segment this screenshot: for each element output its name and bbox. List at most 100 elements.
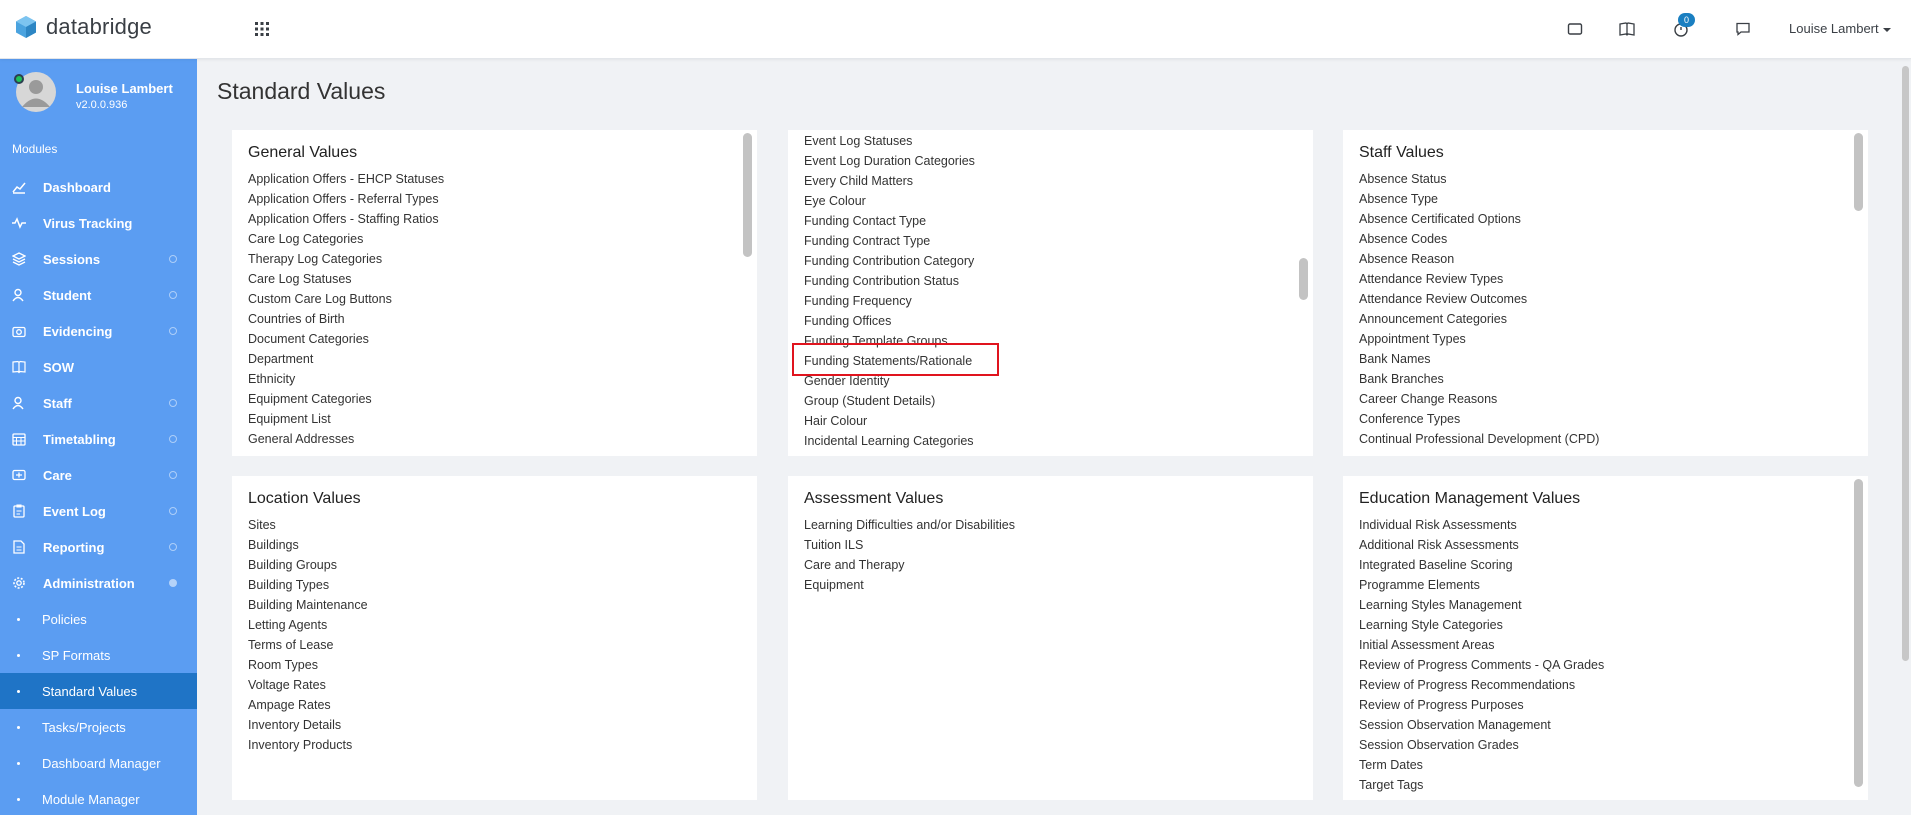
standard-value-link[interactable]: Learning Styles Management bbox=[1359, 595, 1604, 615]
sidebar-item-administration[interactable]: Administration bbox=[0, 565, 197, 601]
standard-value-link[interactable]: Bank Branches bbox=[1359, 369, 1599, 389]
standard-value-link[interactable]: Tuition ILS bbox=[804, 535, 1015, 555]
sidebar-item-sow[interactable]: SOW bbox=[0, 349, 197, 385]
standard-value-link[interactable]: Department bbox=[248, 349, 444, 369]
standard-value-link[interactable]: Term Dates bbox=[1359, 755, 1604, 775]
standard-value-link[interactable]: Appointment Types bbox=[1359, 329, 1599, 349]
standard-value-link[interactable]: Event Log Duration Categories bbox=[804, 151, 975, 171]
standard-value-link[interactable]: Group (Student Details) bbox=[804, 391, 975, 411]
standard-value-link[interactable]: Session Observation Management bbox=[1359, 715, 1604, 735]
sidebar-subitem-sp-formats[interactable]: SP Formats bbox=[0, 637, 197, 673]
standard-value-link[interactable]: Session Observation Grades bbox=[1359, 735, 1604, 755]
sidebar-subitem-policies[interactable]: Policies bbox=[0, 601, 197, 637]
standard-value-link[interactable]: Application Offers - Referral Types bbox=[248, 189, 444, 209]
standard-value-link[interactable]: Review of Progress Recommendations bbox=[1359, 675, 1604, 695]
standard-value-link[interactable]: Absence Type bbox=[1359, 189, 1599, 209]
standard-value-link[interactable]: Event Log Statuses bbox=[804, 131, 975, 151]
standard-value-link[interactable]: Absence Status bbox=[1359, 169, 1599, 189]
standard-value-link[interactable]: Eye Colour bbox=[804, 191, 975, 211]
standard-value-link[interactable]: Integrated Baseline Scoring bbox=[1359, 555, 1604, 575]
scrollbar[interactable] bbox=[1854, 479, 1863, 787]
standard-value-link[interactable]: Funding Contract Type bbox=[804, 231, 975, 251]
standard-value-link[interactable]: Attendance Review Types bbox=[1359, 269, 1599, 289]
standard-value-link[interactable]: Terms of Lease bbox=[248, 635, 368, 655]
standard-value-link[interactable]: Ethnicity bbox=[248, 369, 444, 389]
standard-value-link[interactable]: General Addresses bbox=[248, 429, 444, 449]
standard-value-link[interactable]: Voltage Rates bbox=[248, 675, 368, 695]
sidebar-item-care[interactable]: Care bbox=[0, 457, 197, 493]
book-icon[interactable] bbox=[1618, 20, 1636, 38]
standard-value-link[interactable]: Target Tags bbox=[1359, 775, 1604, 795]
sidebar-item-evidencing[interactable]: Evidencing bbox=[0, 313, 197, 349]
brand[interactable]: databridge bbox=[14, 14, 152, 40]
standard-value-link[interactable]: Care and Therapy bbox=[804, 555, 1015, 575]
standard-value-link[interactable]: Gender Identity bbox=[804, 371, 975, 391]
standard-value-link[interactable]: Therapy Log Categories bbox=[248, 249, 444, 269]
standard-value-link[interactable]: Absence Certificated Options bbox=[1359, 209, 1599, 229]
standard-value-link[interactable]: Care Log Categories bbox=[248, 229, 444, 249]
standard-value-link[interactable]: Absence Reason bbox=[1359, 249, 1599, 269]
standard-value-link[interactable]: Absence Codes bbox=[1359, 229, 1599, 249]
standard-value-link[interactable]: Sites bbox=[248, 515, 368, 535]
standard-value-link[interactable]: Funding Template Groups bbox=[804, 331, 975, 351]
standard-value-link[interactable]: Additional Risk Assessments bbox=[1359, 535, 1604, 555]
standard-value-link[interactable]: Ampage Rates bbox=[248, 695, 368, 715]
tablet-icon[interactable] bbox=[1566, 20, 1584, 38]
sidebar-item-staff[interactable]: Staff bbox=[0, 385, 197, 421]
sidebar-subitem-tasks-projects[interactable]: Tasks/Projects bbox=[0, 709, 197, 745]
standard-value-link[interactable]: Letting Agents bbox=[248, 615, 368, 635]
standard-value-link[interactable]: Conference Types bbox=[1359, 409, 1599, 429]
standard-value-link[interactable]: Equipment List bbox=[248, 409, 444, 429]
standard-value-link[interactable]: Building Maintenance bbox=[248, 595, 368, 615]
sidebar-subitem-dashboard-manager[interactable]: Dashboard Manager bbox=[0, 745, 197, 781]
standard-value-link[interactable]: Learning Difficulties and/or Disabilitie… bbox=[804, 515, 1015, 535]
standard-value-link[interactable]: Announcement Categories bbox=[1359, 309, 1599, 329]
standard-value-link[interactable]: Custom Care Log Buttons bbox=[248, 289, 444, 309]
standard-value-link[interactable]: Inventory Products bbox=[248, 735, 368, 755]
standard-value-link[interactable]: Learning Style Categories bbox=[1359, 615, 1604, 635]
scrollbar[interactable] bbox=[1854, 133, 1863, 211]
sidebar-item-virus-tracking[interactable]: Virus Tracking bbox=[0, 205, 197, 241]
page-scrollbar[interactable] bbox=[1902, 66, 1909, 661]
standard-value-link[interactable]: Room Types bbox=[248, 655, 368, 675]
scrollbar[interactable] bbox=[1299, 258, 1308, 300]
standard-value-link[interactable]: Bank Names bbox=[1359, 349, 1599, 369]
standard-value-link[interactable]: Countries of Birth bbox=[248, 309, 444, 329]
standard-value-link[interactable]: Funding Frequency bbox=[804, 291, 975, 311]
standard-value-link[interactable]: Funding Statements/Rationale bbox=[804, 351, 975, 371]
standard-value-link[interactable]: Review of Progress Comments - QA Grades bbox=[1359, 655, 1604, 675]
standard-value-link[interactable]: Initial Assessment Areas bbox=[1359, 635, 1604, 655]
standard-value-link[interactable]: Programme Elements bbox=[1359, 575, 1604, 595]
sidebar-item-dashboard[interactable]: Dashboard bbox=[0, 169, 197, 205]
standard-value-link[interactable]: Funding Contribution Status bbox=[804, 271, 975, 291]
apps-grid-icon[interactable] bbox=[254, 21, 270, 37]
sidebar-item-student[interactable]: Student bbox=[0, 277, 197, 313]
standard-value-link[interactable]: Funding Contribution Category bbox=[804, 251, 975, 271]
standard-value-link[interactable]: Buildings bbox=[248, 535, 368, 555]
standard-value-link[interactable]: Review of Progress Purposes bbox=[1359, 695, 1604, 715]
standard-value-link[interactable]: Building Groups bbox=[248, 555, 368, 575]
standard-value-link[interactable]: Application Offers - EHCP Statuses bbox=[248, 169, 444, 189]
standard-value-link[interactable]: Hair Colour bbox=[804, 411, 975, 431]
sidebar-item-event-log[interactable]: Event Log bbox=[0, 493, 197, 529]
sidebar-item-reporting[interactable]: Reporting bbox=[0, 529, 197, 565]
standard-value-link[interactable]: Continual Professional Development (CPD) bbox=[1359, 429, 1599, 449]
sidebar-item-sessions[interactable]: Sessions bbox=[0, 241, 197, 277]
sidebar-subitem-standard-values[interactable]: Standard Values bbox=[0, 673, 197, 709]
standard-value-link[interactable]: Funding Offices bbox=[804, 311, 975, 331]
standard-value-link[interactable]: Incidental Learning Categories bbox=[804, 431, 975, 451]
standard-value-link[interactable]: Individual Risk Assessments bbox=[1359, 515, 1604, 535]
chat-icon[interactable] bbox=[1734, 20, 1752, 38]
standard-value-link[interactable]: Inventory Details bbox=[248, 715, 368, 735]
sidebar-item-timetabling[interactable]: Timetabling bbox=[0, 421, 197, 457]
sidebar-subitem-module-manager[interactable]: Module Manager bbox=[0, 781, 197, 815]
standard-value-link[interactable]: Care Log Statuses bbox=[248, 269, 444, 289]
standard-value-link[interactable]: Career Change Reasons bbox=[1359, 389, 1599, 409]
standard-value-link[interactable]: Every Child Matters bbox=[804, 171, 975, 191]
sidebar-profile[interactable]: Louise Lambert v2.0.0.936 bbox=[12, 72, 192, 116]
standard-value-link[interactable]: Building Types bbox=[248, 575, 368, 595]
standard-value-link[interactable]: Funding Contact Type bbox=[804, 211, 975, 231]
scrollbar[interactable] bbox=[743, 133, 752, 257]
user-menu[interactable]: Louise Lambert bbox=[1789, 21, 1891, 36]
standard-value-link[interactable]: Attendance Review Outcomes bbox=[1359, 289, 1599, 309]
